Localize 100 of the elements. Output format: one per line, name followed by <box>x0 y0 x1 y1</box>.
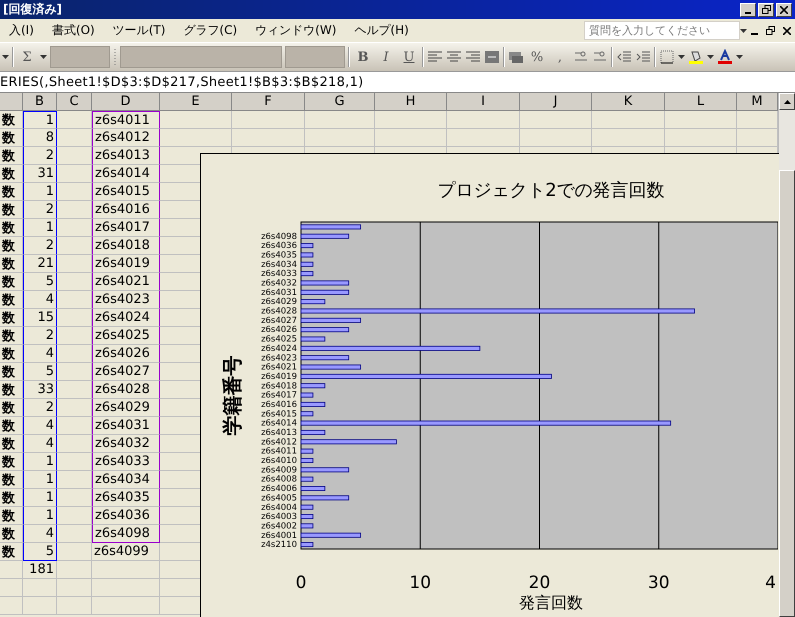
chart-area[interactable] <box>200 153 779 617</box>
minimize-icon <box>745 12 751 14</box>
toolbar-button[interactable]: , <box>550 46 570 68</box>
axis-label: z6s4012 <box>261 437 297 448</box>
toolbar-grip-icon[interactable] <box>113 47 117 67</box>
table-cell: z6s4023 <box>92 291 160 309</box>
scroll-up-button[interactable] <box>779 93 795 110</box>
table-cell: 数 <box>0 345 23 363</box>
bar <box>300 252 314 258</box>
restore-button[interactable] <box>758 2 774 16</box>
column-header[interactable]: G <box>305 93 375 111</box>
table-cell: 数 <box>0 453 23 471</box>
table-cell: 15 <box>23 309 57 327</box>
menu-item[interactable]: ヘルプ(H) <box>345 22 418 39</box>
toolbar-button[interactable]: U <box>399 46 419 68</box>
minimize-button[interactable] <box>740 2 756 16</box>
table-cell: 4 <box>23 417 57 435</box>
table-cell <box>57 525 92 543</box>
table-cell: 数 <box>0 291 23 309</box>
toolbar-button[interactable]: % <box>527 46 547 68</box>
bar <box>300 532 362 538</box>
table-cell <box>0 561 23 579</box>
caret-icon[interactable] <box>740 28 747 32</box>
column-header[interactable]: M <box>737 93 778 111</box>
axis-label: z6s4008 <box>261 474 297 485</box>
table-cell <box>57 471 92 489</box>
menu-item[interactable]: ウィンドウ(W) <box>246 22 346 39</box>
table-cell: z6s4033 <box>92 453 160 471</box>
column-header[interactable]: D <box>92 93 160 111</box>
font-name-field[interactable] <box>120 46 282 68</box>
table-cell: 数 <box>0 471 23 489</box>
column-header[interactable]: B <box>23 93 57 111</box>
table-cell: z6s4016 <box>92 201 160 219</box>
table-cell: z6s4026 <box>92 345 160 363</box>
table-cell: 数 <box>0 435 23 453</box>
column-header[interactable]: C <box>57 93 92 111</box>
table-cell: 33 <box>23 381 57 399</box>
table-cell <box>57 201 92 219</box>
table-cell: z6s4027 <box>92 363 160 381</box>
column-header[interactable]: L <box>665 93 737 111</box>
vertical-scrollbar[interactable] <box>778 93 795 617</box>
bar <box>300 262 314 267</box>
column-header[interactable]: J <box>520 93 592 111</box>
scroll-thumb[interactable] <box>779 170 795 617</box>
bar <box>300 495 350 500</box>
table-cell: 数 <box>0 363 23 381</box>
table-cell: z6s4031 <box>92 417 160 435</box>
bar <box>300 458 314 463</box>
axis-label: z6s4033 <box>261 269 297 280</box>
axis-label: z6s4023 <box>261 353 297 364</box>
bar <box>300 280 350 286</box>
caret-icon[interactable] <box>678 55 685 59</box>
table-cell: z6s4012 <box>92 129 160 147</box>
column-header[interactable]: K <box>592 93 665 111</box>
restore-icon[interactable] <box>766 26 775 35</box>
menu-item[interactable]: 書式(O) <box>42 22 104 39</box>
axis-label: z6s4001 <box>261 530 297 541</box>
table-cell: 181 <box>23 561 57 579</box>
table-cell: z6s4032 <box>92 435 160 453</box>
table-cell <box>305 111 375 129</box>
table-cell <box>57 543 92 561</box>
minimize-icon[interactable] <box>751 32 758 34</box>
column-header[interactable]: E <box>160 93 232 111</box>
column-header[interactable]: F <box>232 93 305 111</box>
tick-label: 30 <box>648 573 670 593</box>
table-cell: z6s4025 <box>92 327 160 345</box>
toolbar-button[interactable]: Σ <box>17 46 37 68</box>
axis-label: z6s4017 <box>261 390 297 401</box>
table-cell: 1 <box>23 453 57 471</box>
axis-label: z4s2110 <box>261 540 297 550</box>
menu-item[interactable]: ツール(T) <box>104 22 174 39</box>
caret-icon[interactable] <box>736 55 743 59</box>
toolbar-button[interactable]: B <box>353 46 373 68</box>
toolbar-button[interactable]: I <box>376 46 396 68</box>
caret-icon[interactable] <box>40 55 47 59</box>
caret-icon[interactable] <box>707 55 714 59</box>
table-cell: 数 <box>0 111 23 129</box>
close-button[interactable] <box>776 2 792 16</box>
bar <box>300 392 314 398</box>
menu-item[interactable]: 入(I) <box>0 22 43 39</box>
axis-label: z6s4002 <box>261 521 297 532</box>
table-cell: z6s4017 <box>92 219 160 237</box>
font-size-field[interactable] <box>285 46 345 68</box>
axis-label: z6s4027 <box>261 316 297 326</box>
table-cell: 数 <box>0 201 23 219</box>
table-cell: z6s4015 <box>92 183 160 201</box>
help-search-field[interactable]: 質問を入力してください <box>584 21 740 40</box>
table-cell <box>57 327 92 345</box>
close-icon[interactable] <box>783 26 791 34</box>
table-cell <box>375 111 447 129</box>
column-header[interactable]: H <box>375 93 447 111</box>
menu-item[interactable]: グラフ(C) <box>174 22 246 39</box>
table-cell: 数 <box>0 489 23 507</box>
table-cell: 数 <box>0 525 23 543</box>
dropdown-field[interactable] <box>50 46 110 68</box>
table-cell: 数 <box>0 327 23 345</box>
caret-icon[interactable] <box>2 55 9 59</box>
table-cell: z6s4011 <box>92 111 160 129</box>
axis-label: z6s4015 <box>261 409 297 420</box>
column-header[interactable]: I <box>447 93 520 111</box>
